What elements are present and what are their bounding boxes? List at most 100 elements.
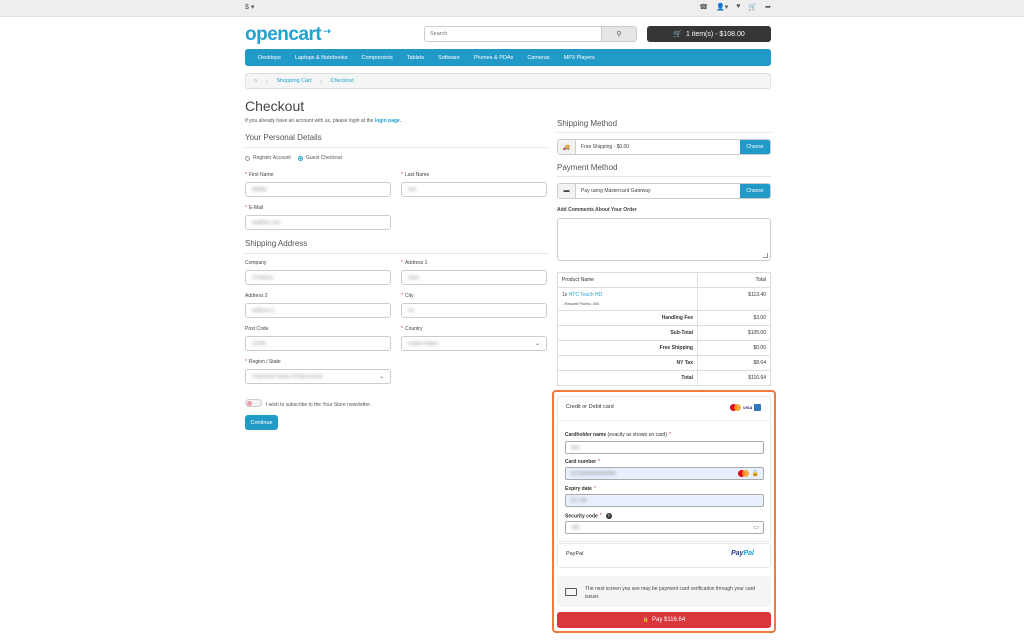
address1-label: * Address 1	[401, 260, 428, 266]
radio-label: Guest Checkout	[306, 155, 342, 161]
newsletter-toggle[interactable]	[245, 399, 262, 407]
breadcrumb-shopping-cart[interactable]: Shopping Cart	[276, 78, 311, 84]
lock-icon: 🔒	[751, 471, 759, 477]
menu-item-desktops[interactable]: Desktops	[251, 55, 288, 61]
breadcrumb-checkout[interactable]: Checkout	[331, 78, 354, 84]
security-code-input[interactable]: 100 ▭	[565, 521, 764, 534]
last-name-input[interactable]: test	[401, 182, 547, 197]
card-back-icon: ▭	[753, 525, 759, 531]
breadcrumb-separator: ›	[265, 76, 269, 86]
choose-shipping-button[interactable]: Choose	[740, 140, 770, 154]
product-cell: 1x HTC Touch HD - Reward Points: 400	[557, 287, 698, 311]
menu-item-phones[interactable]: Phones & PDAs	[467, 55, 520, 61]
guest-checkout-radio[interactable]: Guest Checkout	[298, 155, 342, 161]
row-label: Handling Fee	[557, 310, 698, 326]
product-link[interactable]: HTC Touch HD	[569, 292, 603, 298]
currency-dropdown[interactable]: $ ▾	[245, 3, 254, 11]
paypal-logo: PayPal	[731, 550, 754, 557]
col-total: Total	[697, 272, 771, 288]
city-label: * City	[401, 293, 414, 299]
col-product-name: Product Name	[557, 272, 698, 288]
logo[interactable]: opencart ⇢	[245, 24, 331, 46]
order-summary-table: Product Name Total 1x HTC Touch HD - Rew…	[557, 272, 771, 386]
cardholder-input[interactable]: test	[565, 441, 764, 454]
card-number-label: Card number *	[565, 459, 601, 465]
card-number-input[interactable]: 5123450000000008 🔒	[565, 467, 764, 480]
notice-text: The next screen you see may be payment c…	[585, 586, 756, 600]
row-label: Total	[557, 370, 698, 386]
postcode-input[interactable]: 12345	[245, 336, 391, 351]
wishlist-icon[interactable]: ♥	[736, 3, 740, 11]
menu-item-laptops[interactable]: Laptops & Notebooks	[288, 55, 355, 61]
login-link[interactable]: login page.	[375, 118, 401, 124]
choose-payment-button[interactable]: Choose	[740, 184, 770, 198]
table-row: 1x HTC Touch HD - Reward Points: 400 $11…	[557, 287, 771, 311]
product-total: $113.40	[697, 287, 771, 311]
comments-textarea[interactable]	[557, 218, 771, 261]
main-menu: Desktops Laptops & Notebooks Components …	[245, 49, 771, 66]
continue-button[interactable]: Continue	[245, 415, 278, 430]
divider	[557, 420, 771, 421]
city-input[interactable]: ha	[401, 303, 547, 318]
personal-details-heading: Your Personal Details	[245, 133, 547, 148]
radio-label: Register Account	[253, 155, 291, 161]
shipping-method-value: Free Shipping - $0.00	[581, 144, 630, 150]
menu-item-mp3[interactable]: MP3 Players	[557, 55, 602, 61]
email-input[interactable]: aa@hte.com	[245, 215, 391, 230]
pay-label: Pay $116.64	[651, 617, 686, 623]
country-label: * Country	[401, 326, 423, 332]
table-row: Handling Fee $3.00	[557, 310, 771, 326]
table-row: NY Tax $8.64	[557, 355, 771, 371]
shipping-method-heading: Shipping Method	[557, 119, 771, 133]
address1-input[interactable]: aaaa	[401, 270, 547, 285]
radio-icon-selected	[298, 155, 303, 161]
menu-item-software[interactable]: Software	[431, 55, 467, 61]
table-header-row: Product Name Total	[557, 272, 771, 288]
search-input[interactable]	[425, 27, 601, 41]
row-value: $116.64	[697, 370, 771, 386]
help-icon[interactable]: ?	[605, 513, 612, 519]
product-qty: 1x	[562, 292, 568, 298]
menu-item-tablets[interactable]: Tablets	[400, 55, 431, 61]
page-title: Checkout	[245, 98, 305, 114]
checkout-icon[interactable]: ➦	[765, 3, 771, 11]
menu-item-components[interactable]: Components	[355, 55, 400, 61]
expiry-label: Expiry date *	[565, 486, 596, 492]
toggle-knob	[247, 401, 252, 406]
row-value: $3.00	[697, 310, 771, 326]
card-heading: Credit or Debit card	[566, 404, 614, 410]
card-verify-icon	[565, 588, 577, 596]
menu-item-cameras[interactable]: Cameras	[520, 55, 556, 61]
chevron-down-icon: ⌄	[534, 341, 540, 347]
mastercard-icon	[737, 470, 749, 477]
country-select[interactable]: United States ⌄	[401, 336, 547, 351]
table-row: Free Shipping $0.00	[557, 340, 771, 356]
cart-icon[interactable]: 🛒	[748, 3, 757, 11]
phone-icon[interactable]: ☎	[699, 3, 708, 11]
mastercard-icon	[730, 404, 741, 411]
logo-cart-icon: ⇢	[323, 26, 331, 36]
first-name-input[interactable]: Bbbbb	[245, 182, 391, 197]
chevron-down-icon: ⌄	[378, 374, 384, 380]
cart-button[interactable]: 🛒 1 item(s) - $108.00	[647, 26, 771, 42]
home-icon[interactable]: ⌂	[254, 78, 257, 84]
amex-icon	[754, 404, 762, 411]
comments-label: Add Comments About Your Order	[557, 207, 637, 213]
company-input[interactable]: Company	[245, 270, 391, 285]
region-select[interactable]: Federated States Of Micronesia ⌄	[245, 369, 391, 384]
login-line: If you already have an account with us, …	[245, 118, 401, 124]
payment-method-field: ▬ Pay using Mastercard Gateway Choose	[557, 183, 771, 199]
paypal-label: PayPal	[566, 551, 584, 557]
account-icon[interactable]: 👤▾	[716, 3, 728, 11]
cart-label: 1 item(s) - $108.00	[685, 30, 745, 38]
cart-icon: 🛒	[673, 31, 682, 38]
search-button[interactable]: ⚲	[601, 27, 636, 41]
expiry-input[interactable]: 01 / 39	[565, 494, 764, 507]
last-name-label: * Last Name	[401, 172, 430, 178]
address2-input[interactable]: Address 2	[245, 303, 391, 318]
logo-text: opencart	[245, 24, 322, 45]
register-account-radio[interactable]: Register Account	[245, 155, 291, 161]
row-value: $8.64	[697, 355, 771, 371]
top-icons: ☎ 👤▾ ♥ 🛒 ➦	[699, 3, 771, 11]
pay-button[interactable]: 🔒 Pay $116.64	[557, 612, 771, 628]
